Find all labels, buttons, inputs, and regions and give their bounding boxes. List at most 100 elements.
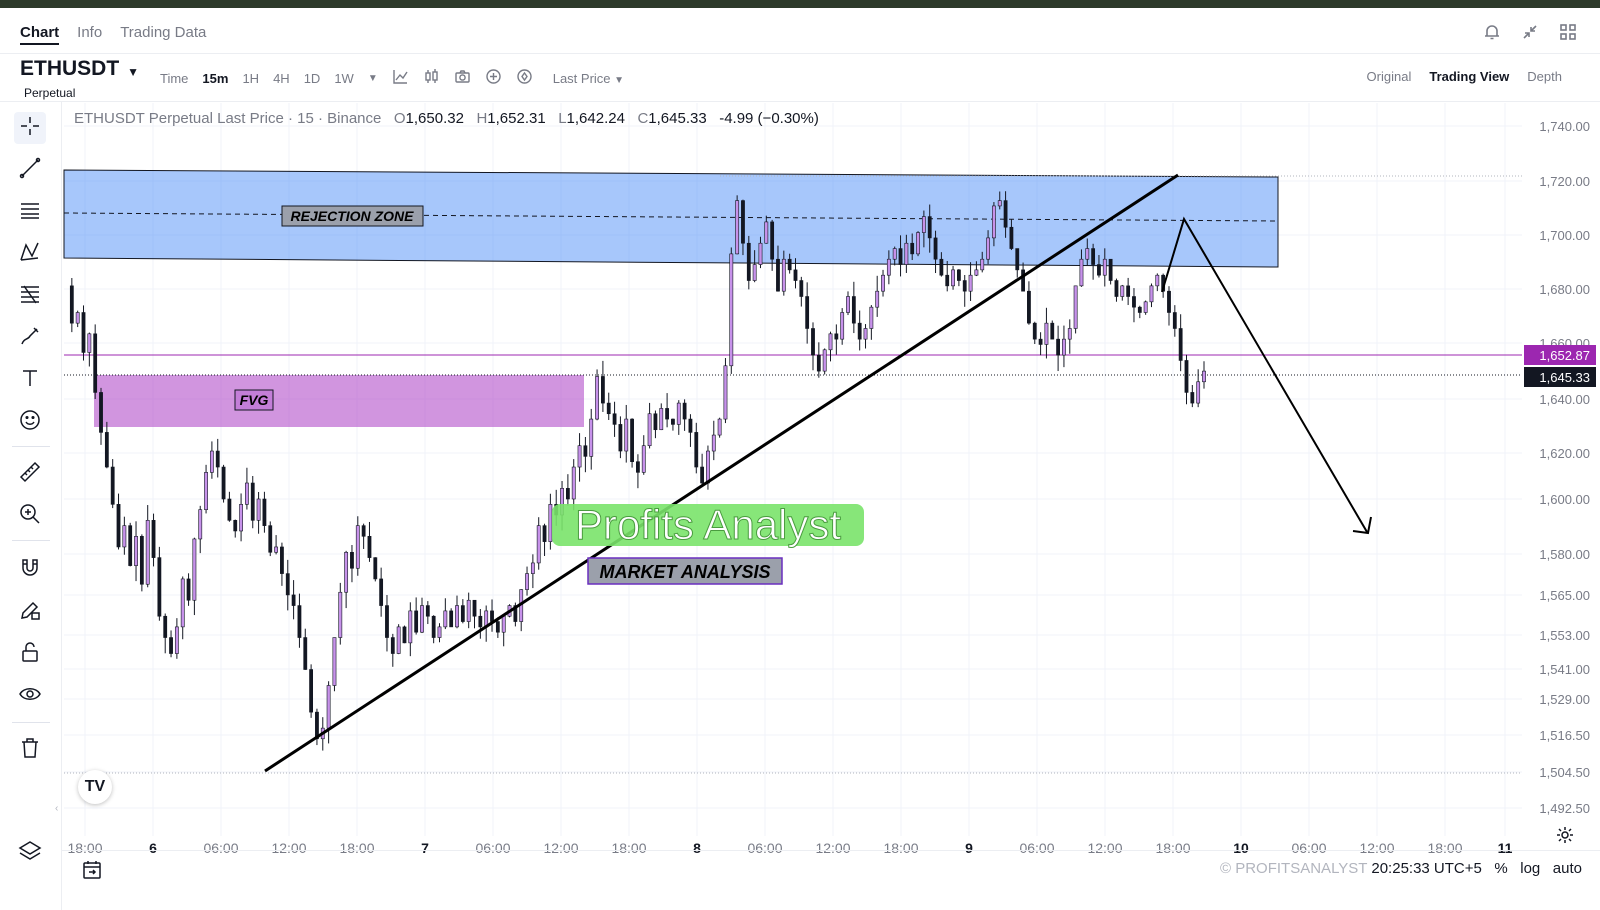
candle-body bbox=[659, 408, 664, 431]
x-tick-label: 18:00 bbox=[67, 840, 102, 856]
eye-icon bbox=[18, 682, 42, 711]
goto-date-icon bbox=[80, 861, 104, 886]
eye-tool[interactable] bbox=[14, 680, 46, 712]
brush-tool[interactable] bbox=[14, 322, 46, 354]
x-tick-label: 18:00 bbox=[883, 840, 918, 856]
fvg-zone bbox=[94, 375, 584, 427]
candle-body bbox=[1073, 285, 1078, 329]
candle-body bbox=[367, 535, 372, 558]
candle-body bbox=[997, 200, 1002, 207]
candle-body bbox=[986, 237, 990, 260]
candle-body bbox=[781, 258, 786, 292]
zoom-in-icon bbox=[18, 502, 42, 531]
candle-body bbox=[1108, 258, 1113, 281]
rejection-zone-label: REJECTION ZONE bbox=[291, 208, 415, 224]
candle-body bbox=[291, 594, 296, 606]
candles bbox=[69, 191, 1206, 751]
emoji-tool[interactable] bbox=[14, 406, 46, 438]
candle-body bbox=[1044, 322, 1049, 345]
pattern-icon bbox=[18, 240, 42, 269]
candle-body bbox=[425, 605, 430, 617]
zoom-in-tool[interactable] bbox=[14, 500, 46, 532]
candle-body bbox=[466, 599, 471, 622]
candle-body bbox=[449, 610, 454, 628]
candle-body bbox=[653, 413, 658, 431]
candle-body bbox=[1027, 290, 1031, 324]
x-tick-label: 18:00 bbox=[339, 840, 374, 856]
tradingview-logo[interactable]: TV bbox=[78, 770, 112, 804]
candle-body bbox=[379, 578, 384, 606]
goto-date-button[interactable] bbox=[80, 858, 104, 887]
fib-icon bbox=[18, 282, 42, 311]
fib-tool[interactable] bbox=[14, 280, 46, 312]
candle-body bbox=[694, 432, 699, 468]
candle-body bbox=[344, 551, 349, 593]
trendline-tool[interactable] bbox=[14, 154, 46, 186]
candle-body bbox=[665, 408, 669, 420]
candle-body bbox=[612, 413, 617, 425]
candle-body bbox=[688, 418, 693, 433]
candle-body bbox=[1184, 360, 1189, 393]
candle-body bbox=[1079, 258, 1084, 287]
candle-body bbox=[793, 269, 798, 281]
log-toggle[interactable]: log bbox=[1520, 860, 1540, 877]
left-toolbar bbox=[0, 102, 62, 910]
candle-body bbox=[764, 221, 769, 244]
y-tick-label: 1,600.00 bbox=[1539, 492, 1590, 507]
candle-body bbox=[350, 551, 354, 569]
chart-settings-button[interactable] bbox=[1556, 826, 1574, 849]
candle-body bbox=[875, 290, 880, 308]
legend-h-label: H bbox=[476, 110, 488, 127]
candle-body bbox=[116, 504, 121, 548]
price-chart[interactable]: REJECTION ZONE FVG Profits Analyst MARKE… bbox=[0, 0, 1600, 910]
candle-body bbox=[840, 312, 845, 340]
candle-body bbox=[1149, 285, 1154, 303]
candle-body bbox=[992, 205, 996, 239]
candle-body bbox=[402, 626, 407, 644]
x-tick-label: 18:00 bbox=[1427, 840, 1462, 856]
text-tool[interactable] bbox=[14, 364, 46, 396]
ruler-icon bbox=[18, 460, 42, 489]
auto-toggle[interactable]: auto bbox=[1553, 860, 1582, 877]
candle-body bbox=[601, 376, 605, 404]
x-tick-label: 12:00 bbox=[1087, 840, 1122, 856]
candle-body bbox=[1137, 306, 1142, 313]
candle-body bbox=[799, 280, 804, 297]
y-tick-label: 1,565.00 bbox=[1539, 588, 1590, 603]
candle-body bbox=[548, 504, 553, 542]
candle-body bbox=[1050, 322, 1055, 340]
candle-body bbox=[811, 328, 815, 356]
candle-body bbox=[968, 274, 973, 292]
gear-icon bbox=[1556, 827, 1574, 848]
candle-body bbox=[636, 461, 640, 473]
candle-body bbox=[250, 482, 255, 521]
magnet-tool[interactable] bbox=[14, 554, 46, 586]
collapse-sidebar-button[interactable]: ‹ bbox=[55, 803, 63, 823]
candle-body bbox=[180, 578, 185, 628]
candle-body bbox=[1038, 338, 1043, 345]
candle-body bbox=[420, 605, 424, 633]
watermark-text: Profits Analyst bbox=[575, 501, 841, 548]
candle-body bbox=[851, 296, 856, 324]
candle-body bbox=[1155, 274, 1160, 287]
horizontal-lines-tool[interactable] bbox=[14, 196, 46, 228]
unlock-tool[interactable] bbox=[14, 638, 46, 670]
utc-time: 20:25:33 UTC+5 bbox=[1371, 860, 1482, 877]
candle-body bbox=[233, 520, 238, 532]
candle-body bbox=[355, 525, 360, 569]
pencil-lock-tool[interactable] bbox=[14, 596, 46, 628]
crosshair-tool[interactable] bbox=[14, 112, 46, 144]
ruler-tool[interactable] bbox=[14, 458, 46, 490]
candle-body bbox=[157, 557, 162, 617]
candle-body bbox=[169, 637, 173, 654]
trash-tool[interactable] bbox=[14, 734, 46, 766]
crosshair-icon bbox=[18, 114, 42, 143]
percent-toggle[interactable]: % bbox=[1494, 860, 1507, 877]
candle-body bbox=[385, 605, 389, 638]
candle-body bbox=[904, 242, 909, 265]
pattern-tool[interactable] bbox=[14, 238, 46, 270]
candle-body bbox=[122, 525, 127, 548]
candle-body bbox=[338, 591, 343, 638]
candle-body bbox=[81, 312, 86, 353]
layers-button[interactable] bbox=[17, 838, 43, 869]
